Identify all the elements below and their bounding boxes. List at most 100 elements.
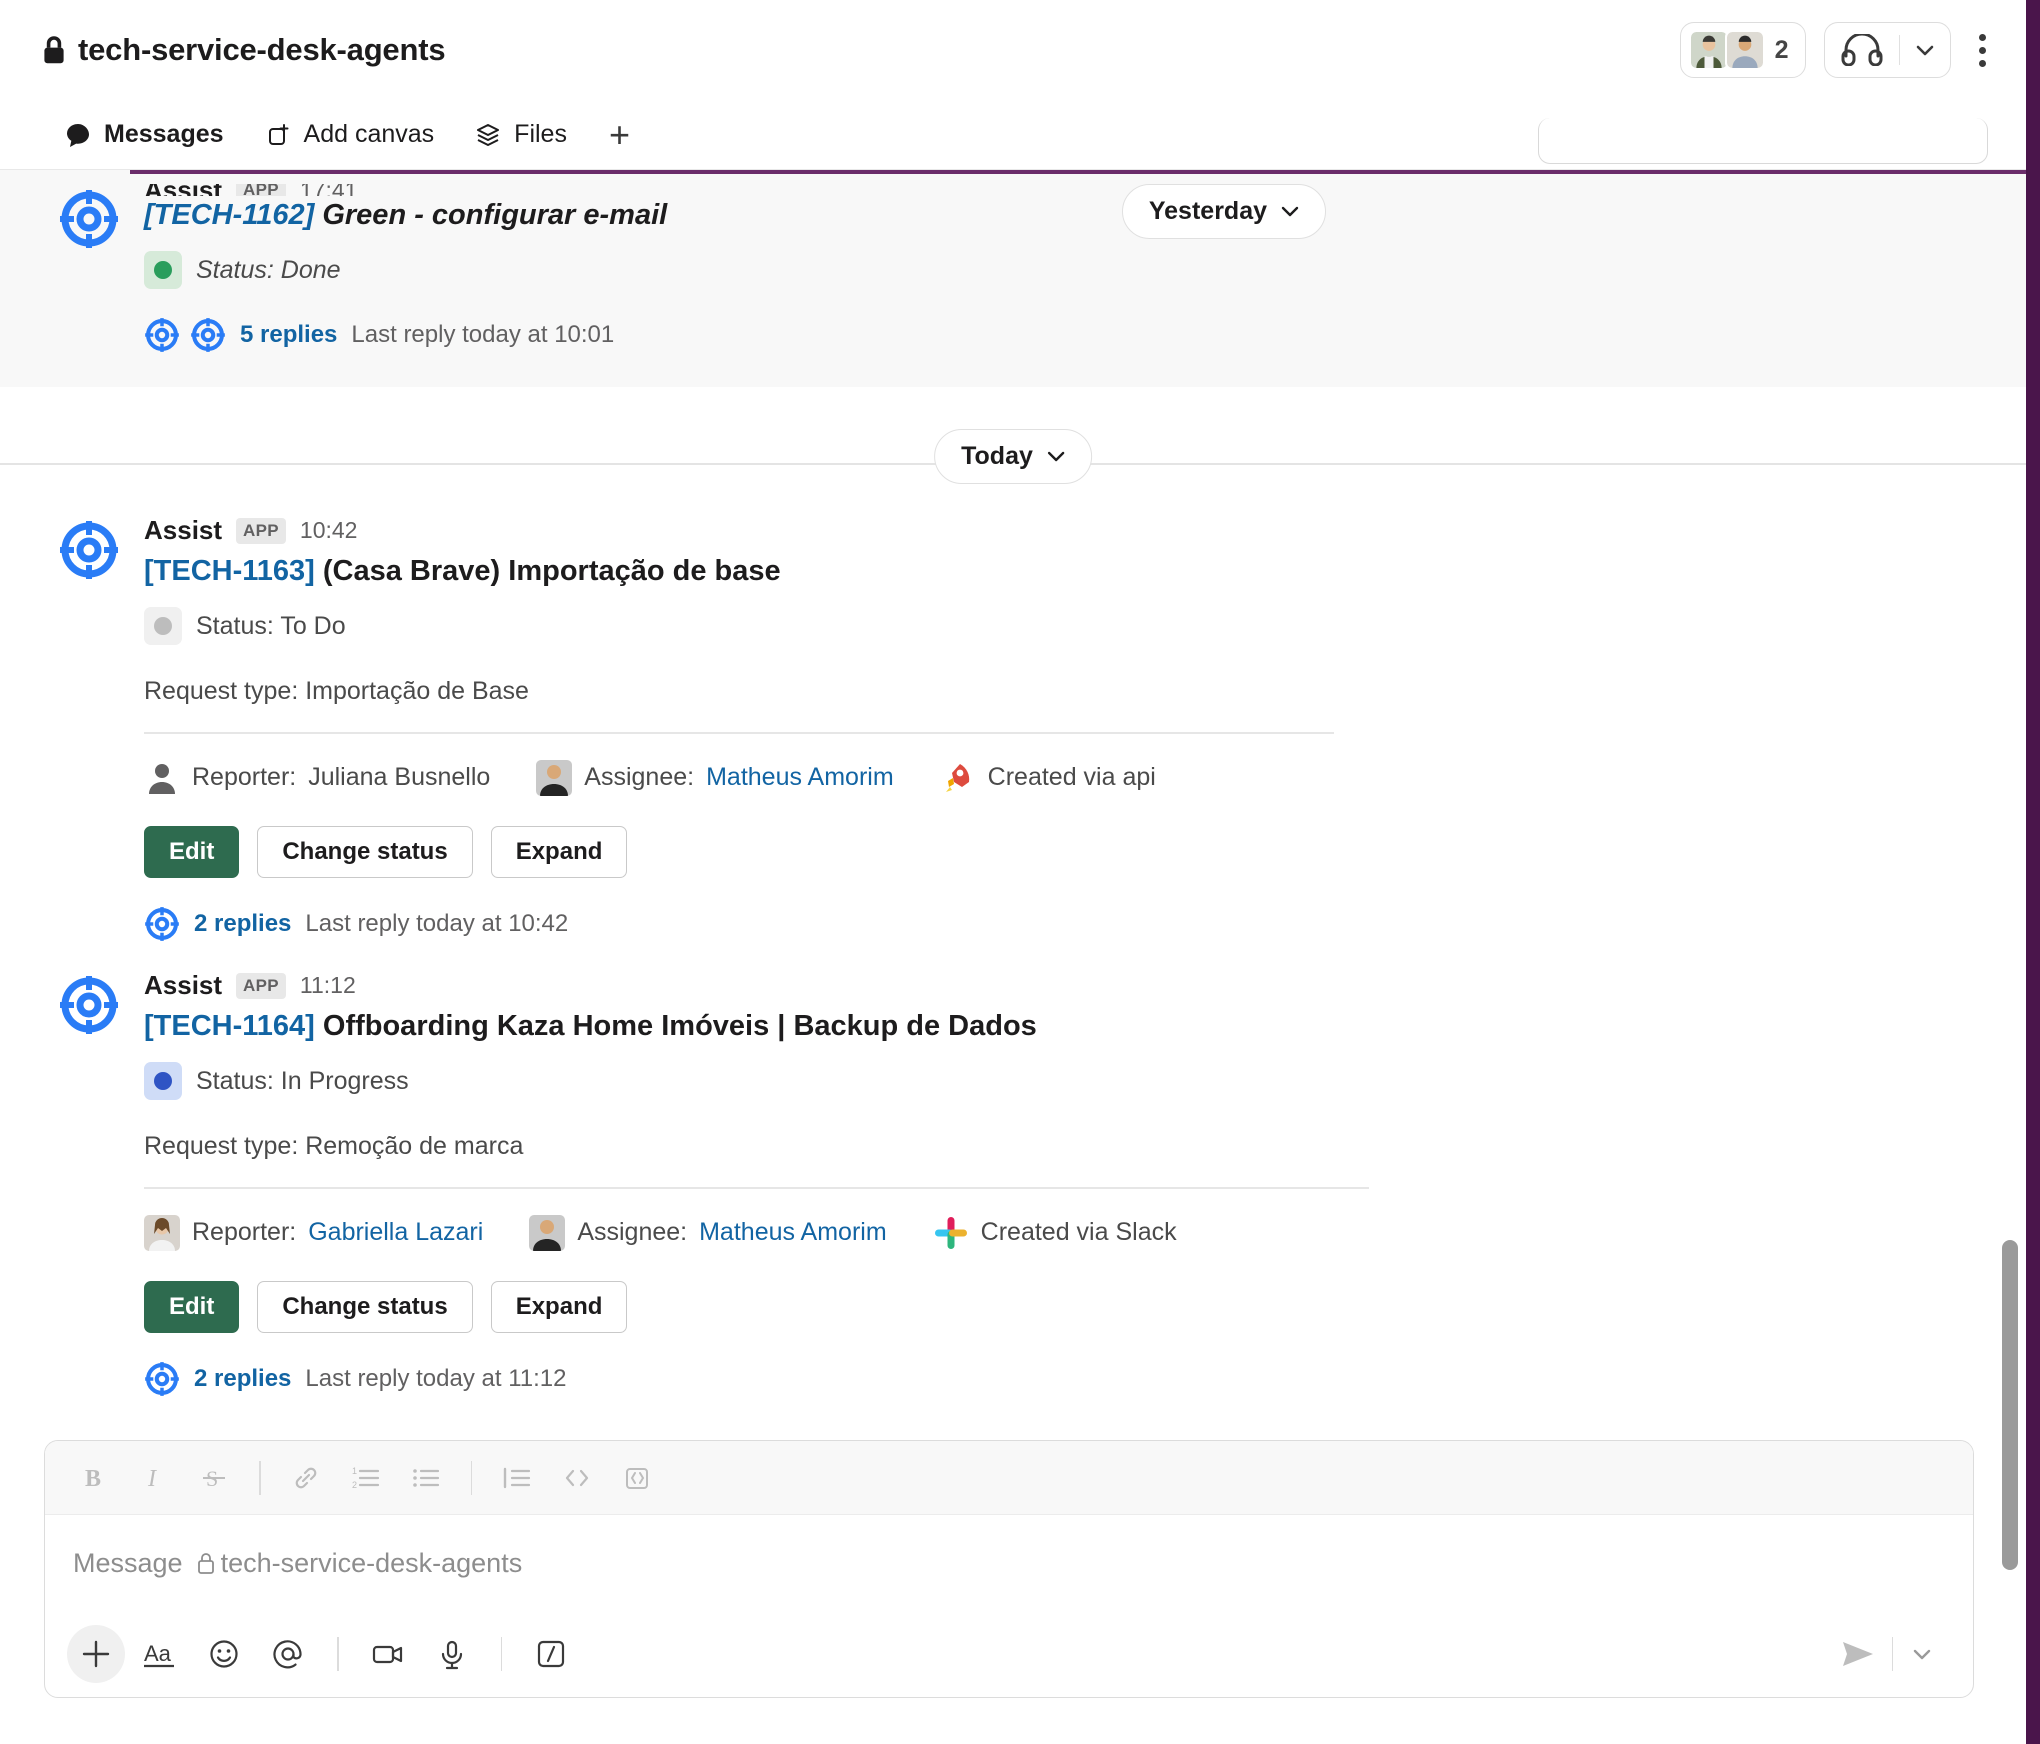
huddle-button[interactable] xyxy=(1825,23,1899,77)
italic-button[interactable]: I xyxy=(127,1451,181,1505)
reporter-label: Reporter: xyxy=(192,1218,297,1247)
message-placeholder-prefix: Message xyxy=(73,1547,183,1578)
replies-count-link[interactable]: 2 replies xyxy=(194,1365,291,1393)
replies-last-reply: Last reply today at 10:42 xyxy=(305,910,569,938)
replies-count-link[interactable]: 2 replies xyxy=(194,910,291,938)
created-via-text: Created via Slack xyxy=(980,1218,1177,1247)
member-avatar-2 xyxy=(1724,30,1765,70)
message-author[interactable]: Assist xyxy=(144,515,222,546)
avatar[interactable] xyxy=(58,515,120,942)
issue-actions: Edit Change status Expand xyxy=(144,825,1986,879)
tab-files-label: Files xyxy=(514,120,567,148)
bold-icon: B xyxy=(85,1466,101,1492)
issue-title: [TECH-1164] Offboarding Kaza Home Imóvei… xyxy=(144,1007,1986,1046)
mention-button[interactable] xyxy=(259,1625,317,1683)
date-pill-yesterday[interactable]: Yesterday xyxy=(1121,184,1326,239)
thread-replies[interactable]: 2 replies Last reply today at 11:12 xyxy=(144,1361,1986,1397)
message-timestamp[interactable]: 10:42 xyxy=(300,517,358,544)
request-type: Request type: Remoção de marca xyxy=(144,1132,524,1161)
link-button[interactable] xyxy=(279,1451,333,1505)
video-clip-button[interactable] xyxy=(359,1625,417,1683)
created-via-text: Created via api xyxy=(987,763,1156,792)
svg-text:I: I xyxy=(147,1466,157,1492)
avatar[interactable] xyxy=(58,970,120,1397)
tab-files[interactable]: Files xyxy=(458,114,583,155)
channel-title[interactable]: tech-service-desk-agents xyxy=(42,32,446,68)
message-author[interactable]: Assist xyxy=(144,184,222,196)
ordered-list-icon: 1 2 xyxy=(352,1466,379,1490)
blockquote-button[interactable] xyxy=(490,1451,544,1505)
lock-icon xyxy=(197,1553,214,1574)
assignee-name-link[interactable]: Matheus Amorim xyxy=(699,1218,887,1247)
tab-messages[interactable]: Messages xyxy=(48,114,240,155)
slack-icon xyxy=(934,1216,967,1249)
replies-count-link[interactable]: 5 replies xyxy=(240,321,337,349)
issue-key-link[interactable]: [TECH-1163] xyxy=(144,555,315,587)
expand-button[interactable]: Expand xyxy=(490,825,628,879)
app-rail xyxy=(2026,0,2040,1744)
edit-button[interactable]: Edit xyxy=(144,1280,240,1334)
issue-key-link[interactable]: [TECH-1164] xyxy=(144,1010,315,1042)
thread-replies[interactable]: 5 replies Last reply today at 10:01 xyxy=(144,317,1986,353)
more-options-button[interactable] xyxy=(1969,33,1996,67)
search-bar-partial[interactable] xyxy=(1538,118,1988,164)
assist-app-icon xyxy=(191,318,225,352)
created-via-field: Created via api xyxy=(940,760,1156,796)
rocket-icon xyxy=(945,763,969,792)
assist-app-icon xyxy=(60,190,118,248)
message-header: Assist APP 11:12 xyxy=(144,970,1986,1001)
assist-app-icon xyxy=(145,1362,179,1397)
slash-command-button[interactable] xyxy=(522,1625,580,1683)
emoji-icon xyxy=(210,1640,238,1668)
change-status-button[interactable]: Change status xyxy=(257,1280,473,1334)
issue-meta-row: Reporter: Juliana Busnello Assignee: Mat… xyxy=(144,759,1986,796)
message-author[interactable]: Assist xyxy=(144,970,222,1001)
code-block-button[interactable] xyxy=(610,1451,664,1505)
add-tab-button[interactable]: + xyxy=(591,116,648,153)
audio-clip-button[interactable] xyxy=(423,1625,481,1683)
toolbar-divider xyxy=(470,1460,472,1495)
message-list-scrollbar[interactable] xyxy=(2002,1240,2018,1570)
issue-key-link[interactable]: [TECH-1162] xyxy=(144,199,314,231)
huddle-control xyxy=(1823,22,1951,78)
message-input[interactable]: Message tech-service-desk-agents xyxy=(45,1515,1973,1611)
assignee-avatar xyxy=(536,759,573,796)
link-icon xyxy=(295,1467,316,1488)
edit-button[interactable]: Edit xyxy=(144,825,240,879)
status-dot-icon xyxy=(154,617,172,636)
tab-add-canvas[interactable]: Add canvas xyxy=(248,114,451,155)
kebab-dot xyxy=(1979,33,1986,41)
person-icon xyxy=(149,763,175,794)
status-dot-icon xyxy=(154,261,172,280)
reporter-field: Reporter: Gabriella Lazari xyxy=(144,1214,483,1251)
status-dot-icon xyxy=(154,1072,172,1091)
expand-button[interactable]: Expand xyxy=(490,1280,628,1334)
strikethrough-button[interactable]: S xyxy=(187,1451,241,1505)
avatar[interactable] xyxy=(58,184,120,353)
created-via-field: Created via Slack xyxy=(933,1215,1177,1251)
code-icon xyxy=(565,1469,589,1486)
change-status-button[interactable]: Change status xyxy=(257,825,473,879)
bold-button[interactable]: B xyxy=(67,1451,121,1505)
emoji-button[interactable] xyxy=(195,1625,253,1683)
send-options-button[interactable] xyxy=(1893,1625,1951,1683)
thread-replies[interactable]: 2 replies Last reply today at 10:42 xyxy=(144,906,1986,942)
huddle-options-button[interactable] xyxy=(1900,23,1950,77)
add-attachment-button[interactable] xyxy=(67,1625,125,1683)
code-button[interactable] xyxy=(550,1451,604,1505)
send-button[interactable] xyxy=(1826,1625,1892,1683)
assignee-name-link[interactable]: Matheus Amorim xyxy=(706,763,894,792)
status-row: Status: To Do xyxy=(144,607,1986,646)
bullet-list-button[interactable] xyxy=(399,1451,453,1505)
message-tech-1162: Assist APP 17:41 [TECH-1162] Green - con… xyxy=(0,170,2026,353)
formatting-toggle-button[interactable]: Aa xyxy=(131,1625,189,1683)
message-timestamp[interactable]: 11:12 xyxy=(300,972,356,999)
date-pill-yesterday-label: Yesterday xyxy=(1148,197,1267,225)
replies-last-reply: Last reply today at 10:01 xyxy=(351,321,615,349)
message-timestamp[interactable]: 17:41 xyxy=(300,184,358,196)
members-button[interactable]: 2 xyxy=(1679,22,1806,78)
ordered-list-button[interactable]: 1 2 xyxy=(339,1451,393,1505)
status-text: Status: Done xyxy=(196,256,341,285)
reporter-name-link[interactable]: Gabriella Lazari xyxy=(308,1218,483,1247)
message-composer: B I S 1 2 Message tech-service-desk-agen… xyxy=(44,1440,1974,1698)
